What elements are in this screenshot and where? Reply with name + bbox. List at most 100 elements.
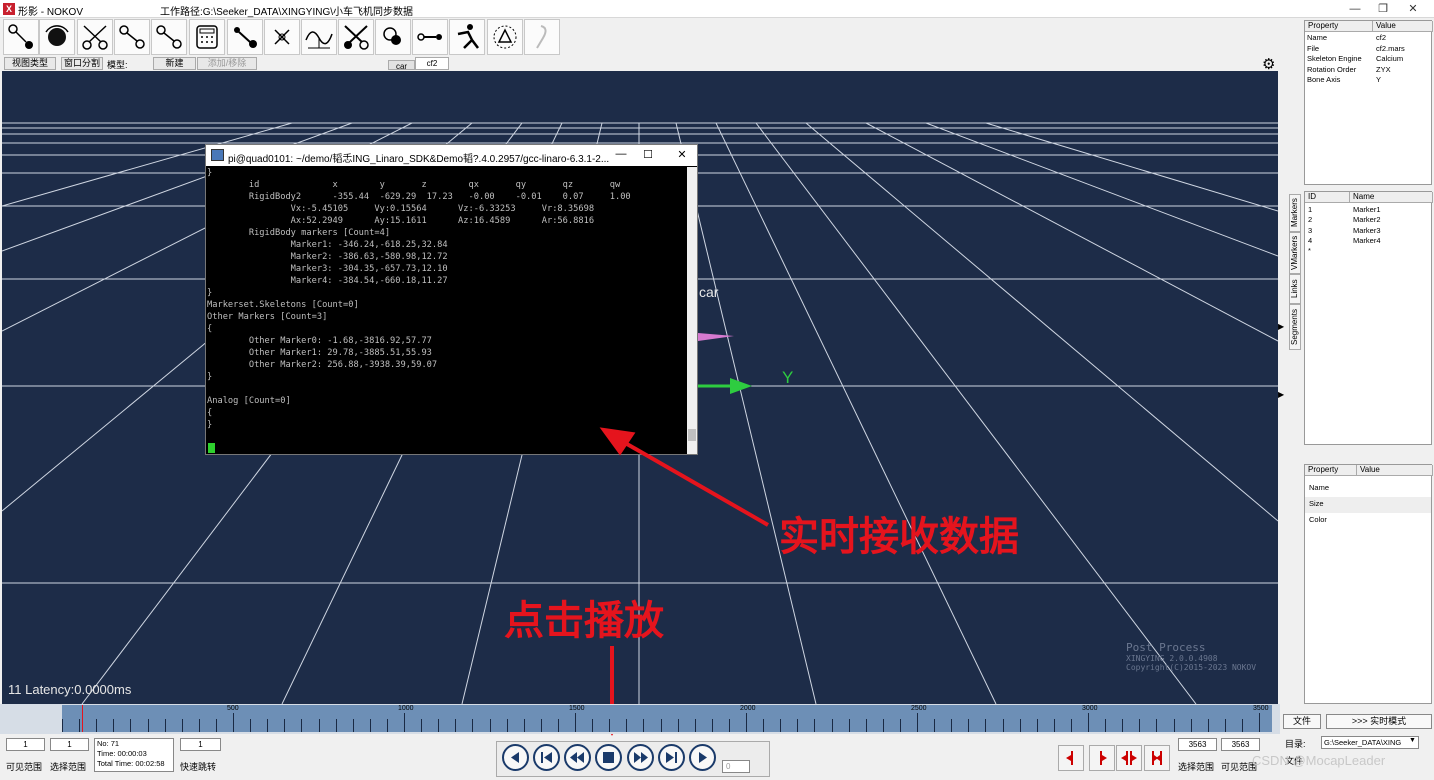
marker-name[interactable]: Marker3: [1353, 226, 1381, 236]
timeline-tick: [557, 719, 559, 732]
marker-id[interactable]: 3: [1308, 226, 1312, 236]
play-backward-icon: [511, 752, 519, 763]
timeline-tick: [831, 719, 833, 732]
timeline-tick: [96, 719, 98, 732]
range-shrink-button[interactable]: [1116, 745, 1142, 771]
timeline-tick: [1241, 719, 1243, 732]
annotation-arrows: [596, 427, 769, 736]
realtime-mode-button[interactable]: >>> 实时模式: [1326, 714, 1432, 729]
arrow-to-terminal: [619, 438, 769, 527]
file-button[interactable]: 文件: [1283, 714, 1321, 729]
timeline-tick: [130, 719, 132, 732]
timeline-tick: [917, 713, 918, 732]
marker-name[interactable]: Marker1: [1353, 205, 1381, 215]
timeline-tick: [1053, 719, 1055, 732]
timeline-ruler[interactable]: 500 1000 1500 2000 2500 3000 3500: [62, 705, 1272, 732]
timeline-tick: [1019, 719, 1021, 732]
timeline-tick: [609, 719, 611, 732]
timeline-tick: [1156, 719, 1158, 732]
timeline-tick: [489, 719, 491, 732]
marker-name[interactable]: Marker4: [1353, 236, 1381, 246]
timeline-tick: [814, 719, 816, 732]
marker-properties-table[interactable]: Property Value Name Size Color: [1304, 464, 1433, 704]
range-expand-button[interactable]: [1144, 745, 1170, 771]
speed-stepper[interactable]: 0: [722, 760, 750, 773]
timeline-tick: [780, 719, 782, 732]
timeline-tick: [626, 719, 628, 732]
timeline-tick: [1207, 719, 1209, 732]
skip-start-icon: [541, 752, 552, 763]
timeline-tick: [455, 719, 457, 732]
prop-name: File: [1307, 43, 1320, 53]
select-range-start-input[interactable]: 1: [50, 738, 89, 751]
mark-out-button[interactable]: [1089, 745, 1115, 771]
rewind-button[interactable]: [564, 744, 591, 771]
skip-start-button[interactable]: [533, 744, 560, 771]
timeline-tick: [1139, 719, 1141, 732]
model-properties-table[interactable]: Property Value Name cf2 File cf2.mars Skelet…: [1304, 20, 1433, 185]
timeline-tick: [660, 719, 662, 732]
visible-range-end-input[interactable]: 3563: [1221, 738, 1260, 751]
timeline-tick: [1224, 719, 1226, 732]
timeline-tick: [1259, 713, 1260, 732]
prop-value[interactable]: Calcium: [1376, 54, 1403, 64]
timeline-tick: [1190, 719, 1192, 732]
timeline-tick: [335, 719, 337, 732]
marker-id[interactable]: 4: [1308, 236, 1312, 246]
timeline-tick: [250, 719, 252, 732]
play-button[interactable]: [689, 744, 716, 771]
marker-id[interactable]: 2: [1308, 215, 1312, 225]
marker-id[interactable]: *: [1308, 246, 1311, 256]
tab-markers[interactable]: Markers: [1289, 194, 1301, 232]
skip-end-button[interactable]: [658, 744, 685, 771]
directory-select[interactable]: G:\Seeker_DATA\XING: [1321, 736, 1419, 749]
marker-prop-row[interactable]: Size: [1305, 497, 1431, 513]
annotation-click-play: 点击播放: [504, 598, 664, 644]
prop-value[interactable]: cf2.mars: [1376, 44, 1405, 54]
stop-button[interactable]: [595, 744, 622, 771]
markers-table[interactable]: ID Name 1 Marker1 2 Marker2 3 Marker3 4 Marker4…: [1304, 191, 1433, 445]
play-backward-button[interactable]: [502, 744, 529, 771]
select-range-end-input[interactable]: 3563: [1178, 738, 1217, 751]
csdn-watermark: CSDN @MocapLeader: [1252, 753, 1386, 768]
timeline-tick: [198, 719, 200, 732]
visible-range-start-input[interactable]: 1: [6, 738, 45, 751]
marker-name[interactable]: Marker2: [1353, 215, 1381, 225]
prop-value[interactable]: cf2: [1376, 33, 1386, 43]
frame-number: No: 71: [97, 739, 120, 748]
fast-forward-button[interactable]: [627, 744, 654, 771]
prop-value[interactable]: ZYX: [1376, 65, 1391, 75]
prop-header-property: Property: [1305, 21, 1373, 32]
timeline-tick: [677, 719, 679, 732]
prop-name: Bone Axis: [1307, 75, 1341, 84]
marker-prop-row[interactable]: Color: [1305, 513, 1431, 529]
tab-segments[interactable]: Segments: [1289, 304, 1301, 350]
marker-id[interactable]: 1: [1308, 205, 1312, 215]
timeline-tick: [113, 719, 115, 732]
collapse-arrow-icon[interactable]: ▶: [1278, 322, 1284, 331]
chevron-down-icon[interactable]: ▼: [1409, 737, 1416, 744]
quick-jump-input[interactable]: 1: [180, 738, 221, 751]
timeline-tick: [438, 719, 440, 732]
mark-in-icon: [1066, 751, 1073, 765]
prop2-header-property: Property: [1305, 465, 1357, 476]
timeline-tick: [1122, 719, 1124, 732]
select-range-label-right: 选择范围: [1178, 762, 1215, 772]
mark-in-button[interactable]: [1058, 745, 1084, 771]
timeline-tick-label: 500: [227, 705, 239, 712]
tab-vmarkers[interactable]: VMarkers: [1289, 232, 1301, 274]
visible-range-label: 可见范围: [6, 762, 43, 772]
timeline-tick: [882, 719, 884, 732]
range-expand-icon: [1152, 751, 1162, 765]
timeline-tick: [472, 719, 474, 732]
marker-header-name: Name: [1350, 192, 1433, 203]
collapse-arrow2-icon[interactable]: ▶: [1278, 390, 1284, 399]
tab-links[interactable]: Links: [1289, 274, 1301, 304]
marker-prop-row[interactable]: Name: [1305, 481, 1431, 497]
timeline-tick: [540, 719, 542, 732]
playhead[interactable]: [82, 705, 83, 732]
marker-header-id: ID: [1305, 192, 1350, 203]
prop-value[interactable]: Y: [1376, 75, 1381, 85]
play-icon: [699, 752, 707, 763]
timeline-tick: [1105, 719, 1107, 732]
